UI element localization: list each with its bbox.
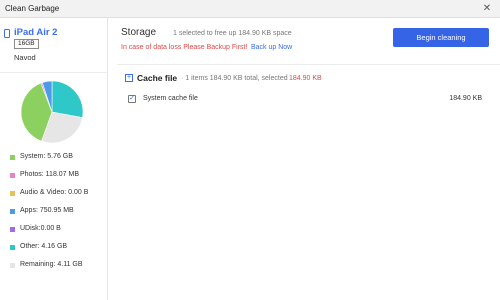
legend-swatch [10,227,15,232]
system-cache-checkbox[interactable]: ✓ [128,95,136,103]
legend-swatch [10,209,15,214]
backup-warning: In case of data loss Please Backup First… [121,44,248,51]
legend-label: Photos: 118.07 MB [20,171,80,178]
legend-label: Audio & Video: 0.00 B [20,189,89,196]
capacity-badge: 16GB [14,39,39,49]
legend-label: Remaining: 4.11 GB [20,261,83,268]
back-up-now-link[interactable]: Back up Now [251,44,292,51]
sidebar-divider [0,72,108,73]
legend-swatch [10,191,15,196]
device-owner: Navod [14,53,36,62]
window-titlebar: Clean Garbage ✕ [0,0,500,18]
tablet-icon [4,29,10,38]
legend-label: Apps: 750.95 MB [20,207,74,214]
legend-label: System: 5.76 GB [20,153,73,160]
begin-cleaning-button[interactable]: Begin cleaning [393,28,489,47]
storage-usage-pie-chart [20,80,84,144]
cache-item-label: System cache file [143,95,198,102]
legend-swatch [10,173,15,178]
expand-category-icon[interactable]: + [125,74,133,82]
legend-swatch [10,263,15,268]
pie-slice [51,80,84,119]
cache-item-size: 184.90 KB [449,95,482,102]
legend-swatch [10,245,15,250]
category-title: Cache file [137,73,178,83]
storage-title: Storage [121,27,157,38]
content-divider [117,64,500,65]
legend-label: Other: 4.16 GB [20,243,68,250]
storage-panel: Storage 1 selected to free up 184.90 KB … [109,18,500,300]
category-selected-size: 184.90 KB [289,75,322,82]
storage-summary: 1 selected to free up 184.90 KB space [173,30,292,37]
close-icon[interactable]: ✕ [480,2,494,16]
device-sidebar: iPad Air 2 16GB Navod System: 5.76 GB Pho… [0,18,108,300]
legend-swatch [10,155,15,160]
legend-label: UDisk:0.00 B [20,225,61,232]
category-summary: · 1 items 184.90 KB total, selected [181,75,288,82]
device-name: iPad Air 2 [14,27,58,38]
window-title: Clean Garbage [5,4,60,13]
